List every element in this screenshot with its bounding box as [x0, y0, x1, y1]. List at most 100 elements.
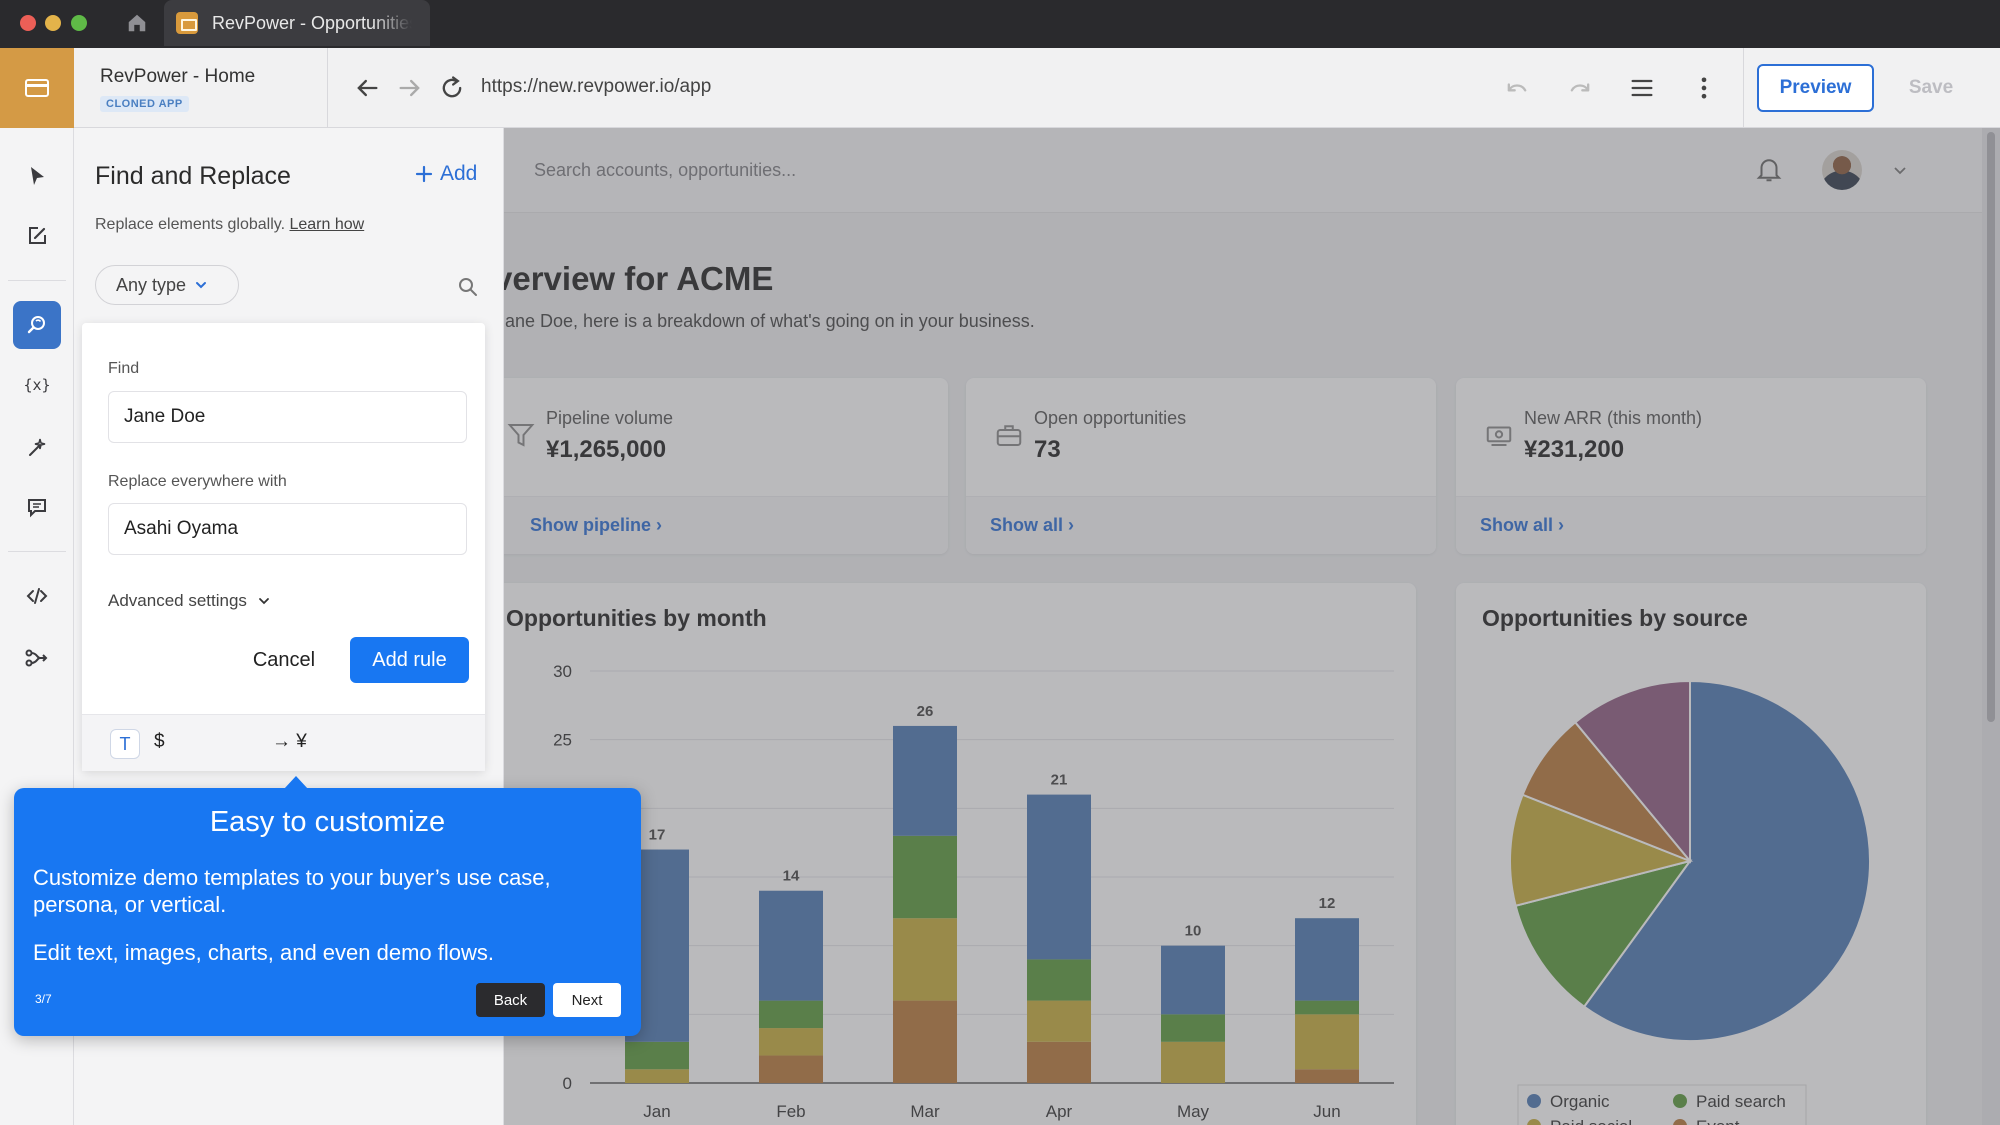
bar-segment	[1161, 1041, 1225, 1083]
url-field[interactable]: https://new.revpower.io/app	[481, 76, 711, 98]
stat-label: New ARR (this month)	[1524, 408, 1703, 428]
bar-total-label: 14	[783, 868, 800, 885]
bar-segment	[1295, 1000, 1359, 1015]
magic-icon	[29, 438, 46, 456]
type-filter-dropdown[interactable]: Any type	[95, 265, 239, 305]
bar-segment	[1295, 1069, 1359, 1083]
bar-segment	[1295, 1014, 1359, 1070]
more-vertical-icon[interactable]	[1690, 74, 1718, 102]
preview-button[interactable]: Preview	[1757, 64, 1874, 112]
bar-total-label: 12	[1319, 895, 1336, 912]
bar-segment	[1027, 959, 1091, 1001]
show-pipeline-link[interactable]: Show pipeline ›	[530, 515, 662, 536]
stat-value: ¥1,265,000	[546, 436, 667, 463]
x-tick-label: Jun	[1313, 1102, 1340, 1121]
cancel-button[interactable]: Cancel	[242, 637, 326, 683]
app-name: RevPower - Home	[100, 66, 256, 87]
legend-label: Event	[1696, 1117, 1740, 1125]
tour-tooltip: Easy to customize Customize demo templat…	[14, 776, 641, 1036]
advanced-settings-label: Advanced settings	[108, 591, 247, 610]
variables-icon: {x}	[24, 376, 50, 394]
rule-find-value: $	[154, 731, 165, 752]
variables-tool[interactable]: {x}	[13, 361, 61, 409]
select-tool[interactable]	[13, 152, 61, 200]
tour-next-button[interactable]: Next	[553, 983, 621, 1017]
magic-tool[interactable]	[13, 423, 61, 471]
show-all-link[interactable]: Show all ›	[990, 515, 1074, 536]
bar-segment	[893, 725, 957, 836]
list-icon[interactable]	[1628, 74, 1656, 102]
briefcase-icon	[996, 425, 1022, 446]
bar-segment	[625, 1069, 689, 1083]
rail-divider	[8, 280, 66, 281]
x-tick-label: May	[1177, 1102, 1210, 1121]
comment-tool[interactable]	[13, 483, 61, 531]
legend-swatch	[1527, 1094, 1541, 1108]
add-rule-button[interactable]: Add rule	[350, 637, 469, 683]
text-type-badge: T	[110, 729, 140, 759]
editor-header: RevPower - Home CLONED APP https://new.r…	[0, 48, 2000, 128]
x-tick-label: Apr	[1046, 1102, 1073, 1121]
advanced-settings-toggle[interactable]: Advanced settings	[108, 591, 271, 611]
forward-arrow-icon[interactable]	[396, 74, 424, 102]
show-all-link[interactable]: Show all ›	[1480, 515, 1564, 536]
cash-icon	[1486, 426, 1512, 446]
app-favicon-icon	[176, 12, 198, 34]
stat-label: Open opportunities	[1034, 408, 1187, 428]
save-button[interactable]: Save	[1900, 64, 1962, 112]
edit-icon	[29, 227, 46, 244]
search-icon[interactable]	[456, 275, 480, 299]
comment-icon	[28, 499, 46, 518]
page-scrollbar[interactable]	[1982, 128, 2000, 1125]
minimize-window-button[interactable]	[45, 15, 61, 31]
replace-rule-row[interactable]: T $ → ¥	[82, 714, 485, 771]
bar-segment	[1027, 1000, 1091, 1042]
tour-title: Easy to customize	[209, 806, 446, 838]
flow-tool[interactable]	[13, 634, 61, 682]
bell-icon[interactable]	[1754, 154, 1784, 184]
find-label: Find	[108, 360, 140, 377]
learn-how-link[interactable]: Learn how	[289, 216, 364, 233]
flow-icon	[25, 649, 48, 667]
maximize-window-button[interactable]	[71, 15, 87, 31]
home-icon[interactable]	[126, 12, 148, 34]
y-tick-label: 0	[563, 1074, 572, 1093]
browser-tab-bar: RevPower - Opportunities	[0, 0, 2000, 48]
chevron-down-icon	[259, 598, 269, 605]
legend-label: Paid search	[1696, 1092, 1786, 1111]
find-replace-form: Find Jane Doe Replace everywhere with As…	[82, 323, 485, 771]
stat-value: 73	[1034, 436, 1061, 463]
bar-chart-title: Opportunities by month	[506, 605, 767, 631]
bar-segment	[893, 835, 957, 919]
funnel-icon	[507, 424, 535, 447]
close-window-button[interactable]	[20, 15, 36, 31]
edit-tool[interactable]	[13, 212, 61, 260]
avatar[interactable]	[1822, 150, 1862, 190]
scrollbar-thumb[interactable]	[1987, 132, 1995, 722]
bar-total-label: 10	[1185, 923, 1202, 940]
redo-icon[interactable]	[1566, 74, 1594, 102]
header-divider	[1743, 48, 1744, 128]
app-logo[interactable]	[0, 48, 74, 128]
app-search-input[interactable]: Search accounts, opportunities...	[534, 160, 796, 181]
rule-replace-value: → ¥	[272, 731, 307, 752]
tour-body-secondary: Edit text, images, charts, and even demo…	[33, 940, 495, 965]
back-arrow-icon[interactable]	[353, 74, 381, 102]
add-button[interactable]: Add	[414, 162, 477, 186]
undo-icon[interactable]	[1503, 74, 1531, 102]
cloned-app-badge: CLONED APP	[100, 96, 189, 112]
tour-back-button[interactable]: Back	[476, 983, 545, 1017]
stat-label: Pipeline volume	[546, 408, 674, 428]
code-tool[interactable]	[13, 572, 61, 620]
replace-input[interactable]: Asahi Oyama	[108, 503, 467, 555]
header-divider	[327, 48, 328, 128]
chevron-down-icon[interactable]	[1892, 162, 1908, 178]
browser-tab-title: RevPower - Opportunities	[212, 12, 412, 33]
find-input[interactable]: Jane Doe	[108, 391, 467, 443]
legend-label: Paid social	[1550, 1117, 1632, 1125]
browser-tab[interactable]: RevPower - Opportunities	[164, 0, 430, 46]
reload-icon[interactable]	[438, 74, 466, 102]
panel-subtitle-text: Replace elements globally.	[95, 216, 286, 233]
find-replace-tool[interactable]	[13, 301, 61, 349]
bar-segment	[893, 918, 957, 1001]
